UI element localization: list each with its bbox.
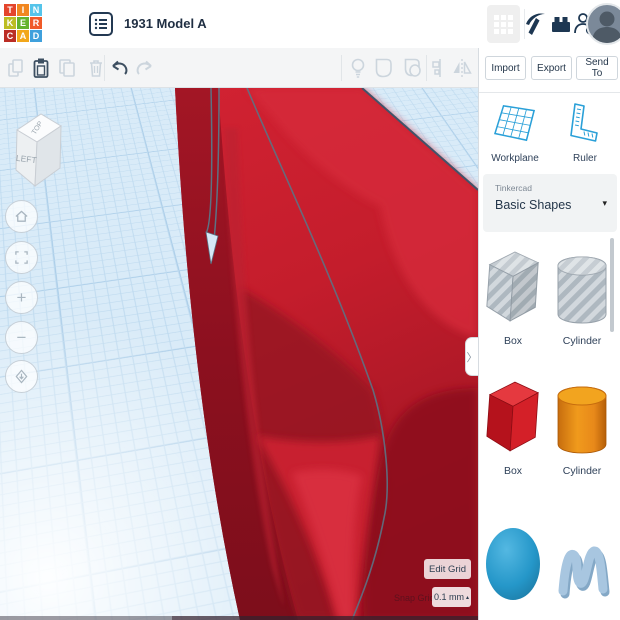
duplicate-icon xyxy=(58,58,78,78)
duplicate-button[interactable] xyxy=(56,56,80,80)
edit-toolbar xyxy=(0,48,478,88)
top-bar: TIN KER CAD 1931 Model A xyxy=(0,0,620,48)
workplane-label: Workplane xyxy=(485,153,545,164)
avatar-silhouette-icon xyxy=(588,5,620,43)
account-avatar[interactable] xyxy=(586,3,620,45)
shape-red-box[interactable]: Box xyxy=(482,374,544,477)
perspective-toggle-button[interactable] xyxy=(5,360,38,393)
ruler-tool[interactable]: Ruler xyxy=(555,102,615,164)
align-button[interactable] xyxy=(428,56,452,80)
snap-grid-label: Snap Grid xyxy=(394,593,435,603)
workplane-icon xyxy=(491,102,539,144)
tinkercad-logo[interactable]: TIN KER CAD xyxy=(4,4,44,44)
fit-view-button[interactable] xyxy=(5,241,38,274)
plus-icon: + xyxy=(17,289,27,306)
ruler-label: Ruler xyxy=(555,153,615,164)
zoom-out-button[interactable]: − xyxy=(5,321,38,354)
caret-up-icon: ▴ xyxy=(466,594,469,601)
design-menu-icon xyxy=(88,11,114,37)
shape-label: Cylinder xyxy=(551,335,613,347)
undo-icon xyxy=(110,59,130,77)
ungroup-button[interactable] xyxy=(401,56,425,80)
paste-button[interactable] xyxy=(29,56,53,80)
undo-button[interactable] xyxy=(108,56,132,80)
hole-cylinder-thumbnail xyxy=(554,244,610,328)
canvas-bottom-shade xyxy=(0,616,478,620)
helper-tools-row: Workplane Ruler xyxy=(479,94,620,172)
shape-hole-cylinder[interactable]: Cylinder xyxy=(551,244,613,347)
chevron-right-icon: 〉 xyxy=(467,349,478,365)
shape-label: Box xyxy=(482,335,544,347)
copy-button[interactable] xyxy=(4,56,28,80)
view-cube[interactable]: TOP LEFT xyxy=(5,104,69,190)
paste-icon xyxy=(32,57,50,79)
panel-collapse-tab[interactable]: 〉 xyxy=(465,337,478,376)
trash-icon xyxy=(87,58,105,78)
ungroup-icon xyxy=(402,57,424,79)
perspective-icon xyxy=(14,369,29,384)
lightbulb-icon xyxy=(349,57,367,79)
redo-icon xyxy=(134,59,154,77)
shapes-panel: Import Export Send To Workplane Ruler xyxy=(478,48,620,620)
design-menu-button[interactable] xyxy=(86,10,116,38)
library-source-label: Tinkercad xyxy=(495,183,532,193)
toolbar-divider xyxy=(104,55,105,81)
home-view-button[interactable] xyxy=(5,200,38,233)
hole-box-thumbnail xyxy=(482,244,544,328)
brick-icon xyxy=(550,13,572,35)
red-box-thumbnail xyxy=(482,374,544,458)
workplane-tool[interactable]: Workplane xyxy=(485,102,545,164)
design-title: 1931 Model A xyxy=(124,16,207,31)
toolbar-divider xyxy=(341,55,342,81)
send-to-button[interactable]: Send To xyxy=(576,56,618,80)
shape-orange-cylinder[interactable]: Cylinder xyxy=(551,374,613,477)
shape-scribble[interactable] xyxy=(551,518,613,609)
export-button[interactable]: Export xyxy=(531,56,572,80)
tinkercad-app: TOP LEFT + − 〉 xyxy=(0,0,620,620)
pickaxe-icon xyxy=(524,11,548,37)
fit-view-icon xyxy=(14,250,29,265)
caret-down-icon: ▾ xyxy=(602,198,607,209)
zoom-in-button[interactable]: + xyxy=(5,281,38,314)
apps-grid-icon xyxy=(494,15,513,34)
model-1931-body[interactable] xyxy=(0,88,478,620)
show-all-button[interactable] xyxy=(346,56,370,80)
shape-label: Box xyxy=(482,465,544,477)
redo-button[interactable] xyxy=(132,56,156,80)
group-icon xyxy=(373,57,395,79)
edit-grid-button[interactable]: Edit Grid xyxy=(424,559,471,579)
shape-library-dropdown[interactable]: Tinkercad Basic Shapes ▾ xyxy=(483,174,617,232)
orange-cylinder-thumbnail xyxy=(554,374,610,458)
panel-actions: Import Export Send To xyxy=(479,48,620,93)
blue-sphere-thumbnail xyxy=(482,518,544,602)
toolbar-divider xyxy=(426,55,427,81)
shape-hole-box[interactable]: Box xyxy=(482,244,544,347)
apps-grid-button[interactable] xyxy=(487,5,520,43)
library-selected-value: Basic Shapes xyxy=(495,198,571,212)
scribble-thumbnail xyxy=(554,518,610,602)
snap-grid-value: 0.1 mm xyxy=(434,592,464,602)
shape-label: Cylinder xyxy=(551,465,613,477)
group-button[interactable] xyxy=(372,56,396,80)
snap-grid-select[interactable]: 0.1 mm ▴ xyxy=(432,587,471,607)
panel-scrollbar[interactable] xyxy=(610,238,614,332)
minus-icon: − xyxy=(17,329,27,346)
align-icon xyxy=(431,58,449,78)
shape-blue-sphere[interactable] xyxy=(482,518,544,609)
home-icon xyxy=(14,209,29,224)
3d-viewport[interactable]: TOP LEFT + − 〉 xyxy=(0,88,478,620)
ruler-icon xyxy=(565,102,605,144)
mirror-button[interactable] xyxy=(450,56,474,80)
import-button[interactable]: Import xyxy=(485,56,526,80)
copy-icon xyxy=(7,58,25,78)
mirror-icon xyxy=(451,58,473,78)
